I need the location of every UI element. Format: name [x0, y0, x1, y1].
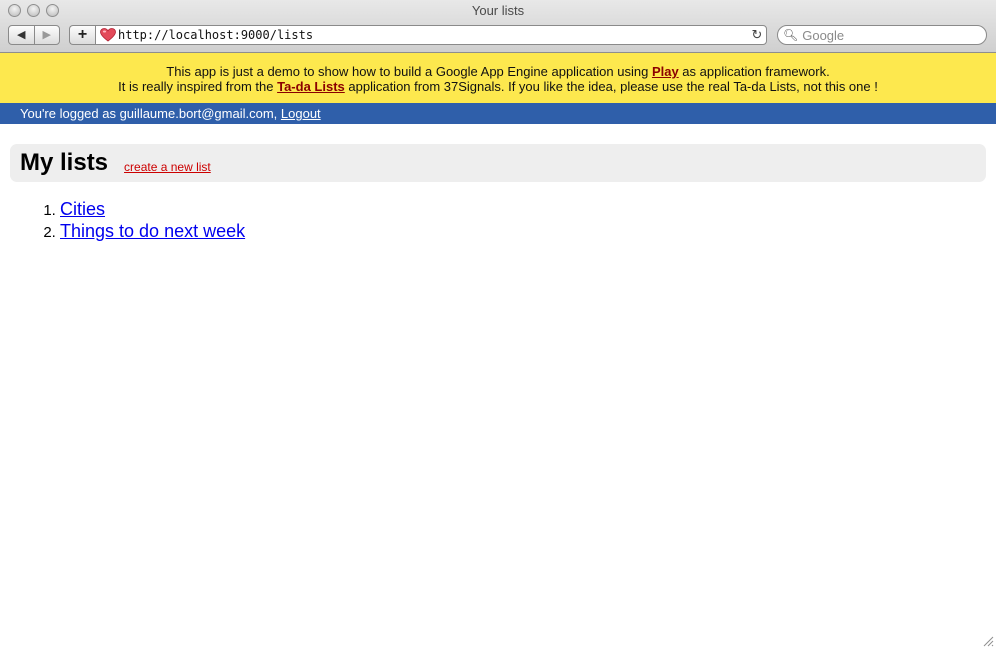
search-icon[interactable]: 🔍︎ — [783, 28, 798, 42]
list-item: Cities — [60, 198, 245, 220]
list-link-things-to-do[interactable]: Things to do next week — [60, 221, 245, 241]
heart-favicon-icon — [100, 28, 116, 42]
notice-line-1: This app is just a demo to show how to b… — [0, 64, 996, 79]
logged-as-text: You're logged as guillaume.bort@gmail.co… — [20, 106, 281, 121]
window-title: Your lists — [471, 3, 525, 18]
resize-grip-icon[interactable] — [982, 635, 994, 647]
notice-line-2-suffix: application from 37Signals. If you like … — [344, 79, 878, 94]
search-input[interactable] — [802, 27, 973, 43]
back-button[interactable]: ◀ — [9, 26, 34, 44]
forward-button[interactable]: ▶ — [33, 26, 60, 44]
reload-icon[interactable]: ↻ — [748, 27, 766, 43]
search-field[interactable]: 🔍︎ — [777, 25, 987, 45]
lists-header: My lists create a new list — [10, 144, 986, 182]
url-text[interactable]: http://localhost:9000/lists — [118, 28, 748, 42]
add-bookmark-button[interactable]: + — [69, 25, 95, 45]
notice-line-2-prefix: It is really inspired from the — [118, 79, 278, 94]
notice-line-2: It is really inspired from the Ta-da Lis… — [0, 79, 996, 94]
notice-line-1-prefix: This app is just a demo to show how to b… — [166, 64, 652, 79]
notice-line-1-suffix: as application framework. — [678, 64, 830, 79]
page-title: My lists — [20, 149, 109, 176]
demo-notice-banner: This app is just a demo to show how to b… — [0, 53, 996, 103]
lists-list: Cities Things to do next week — [0, 198, 245, 242]
address-bar[interactable]: http://localhost:9000/lists ↻ — [95, 25, 767, 45]
list-item: Things to do next week — [60, 220, 245, 242]
list-link-cities[interactable]: Cities — [60, 199, 105, 219]
user-bar: You're logged as guillaume.bort@gmail.co… — [0, 103, 996, 124]
logout-link[interactable]: Logout — [281, 106, 321, 121]
browser-chrome: Your lists ◀ ▶ + http://localhost:9000/l… — [0, 0, 996, 53]
create-new-list-link[interactable]: create a new list — [124, 160, 211, 174]
play-link[interactable]: Play — [652, 64, 679, 79]
tada-lists-link[interactable]: Ta-da Lists — [277, 79, 345, 94]
nav-buttons: ◀ ▶ — [8, 25, 60, 45]
